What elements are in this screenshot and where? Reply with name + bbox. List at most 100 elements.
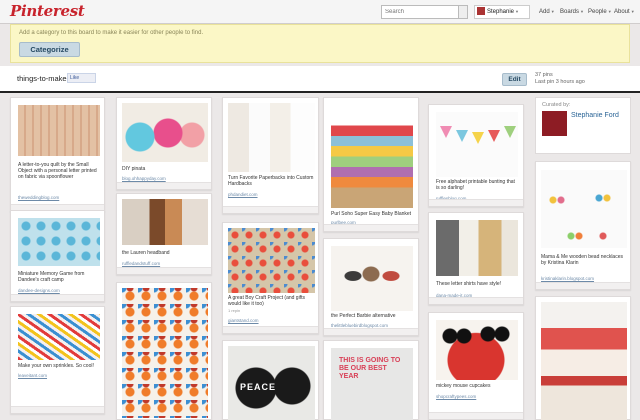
chevron-down-icon: ▼: [515, 9, 519, 14]
pin-description: These letter shirts have style!: [436, 281, 502, 287]
pin-description: Turn Favorite Paperbacks into Custom Har…: [228, 175, 314, 187]
pin-card[interactable]: Purl Soho Super Easy Baby Blanket purlbe…: [323, 97, 419, 232]
pin-source-link[interactable]: ruffledandstuff.com: [122, 261, 160, 266]
pin-card[interactable]: Turn Favorite Paperbacks into Custom Har…: [222, 97, 319, 214]
pin-repin-count: 1 repin: [228, 308, 241, 313]
pin-image[interactable]: [436, 220, 518, 276]
pin-description: Free alphabet printable bunting that is …: [436, 179, 515, 191]
pin-footer: [429, 297, 523, 304]
facebook-like-button[interactable]: Like: [67, 73, 96, 83]
pin-count: 37 pins: [535, 72, 553, 78]
pin-source-link[interactable]: leaveitant.com: [18, 373, 47, 378]
pinterest-logo[interactable]: Pinterest: [10, 2, 85, 20]
edit-board-button[interactable]: Edit: [502, 73, 527, 86]
nav-add[interactable]: Add▼: [539, 5, 555, 19]
best-year-graphic-text: THIS IS GOING TO BE OUR BEST YEAR: [339, 357, 401, 380]
pin-description: Purl Soho Super Easy Baby Blanket: [331, 211, 412, 217]
pin-footer: [324, 224, 418, 231]
user-name: Stephanie: [487, 9, 515, 15]
pin-card[interactable]: Mama & Me wooden bead necklaces by Krist…: [535, 161, 631, 290]
pin-card[interactable]: mickey mouse cupcakes shopcraftypees.com: [428, 312, 524, 420]
pin-card[interactable]: Make your own sprinkles. So cool! leavei…: [10, 306, 105, 414]
pin-card[interactable]: DIY pinata blog.ohhappyday.com: [116, 97, 212, 190]
pin-image[interactable]: [122, 103, 208, 162]
pin-source-link[interactable]: theweddingblog.com: [18, 195, 59, 200]
curator-name-link[interactable]: Stephanie Ford: [571, 112, 621, 120]
curated-by-label: Curated by:: [542, 102, 571, 108]
pin-footer: [11, 294, 104, 301]
chevron-down-icon: ▼: [580, 9, 584, 14]
pin-footer: [324, 328, 418, 335]
pin-description: Mama & Me wooden bead necklaces by Krist…: [541, 254, 623, 266]
pin-card[interactable]: These letter shirts have style! dana-mad…: [428, 212, 524, 305]
banner-text: Add a category to this board to make it …: [19, 30, 204, 36]
pin-card[interactable]: [116, 282, 212, 420]
category-banner: Add a category to this board to make it …: [10, 24, 630, 63]
pin-description: Make your own sprinkles. So cool!: [18, 363, 94, 369]
chevron-down-icon: ▼: [607, 9, 612, 14]
pin-image[interactable]: [228, 228, 315, 293]
pin-image[interactable]: [122, 199, 208, 245]
search-button[interactable]: [459, 5, 468, 19]
pin-image[interactable]: [331, 246, 413, 311]
pin-source-link[interactable]: giantstand.com: [228, 318, 259, 323]
pin-card[interactable]: PEACE: [222, 340, 319, 420]
pin-description: Miniature Memory Game from Dandee's craf…: [18, 271, 85, 283]
pin-description: the Perfect Barbie alternative: [331, 313, 396, 319]
board-meta: 37 pins Last pin 3 hours ago: [535, 72, 585, 86]
last-pin: Last pin 3 hours ago: [535, 79, 585, 85]
board-header: things-to-make Like Edit 37 pins Last pin…: [0, 66, 640, 93]
curator-card: Curated by: Stephanie Ford: [535, 97, 631, 154]
pin-image[interactable]: [122, 288, 208, 418]
pin-description: DIY pinata: [122, 166, 146, 172]
nav-boards[interactable]: Boards▼: [560, 5, 584, 19]
categorize-button[interactable]: Categorize: [19, 42, 80, 57]
user-avatar: [477, 7, 485, 16]
pin-card[interactable]: Miniature Memory Game from Dandee's craf…: [10, 210, 105, 302]
pin-card[interactable]: the Perfect Barbie alternative thelittle…: [323, 238, 419, 336]
pin-source-link[interactable]: shopcraftypees.com: [436, 394, 476, 399]
pin-image[interactable]: [436, 320, 518, 380]
nav-about[interactable]: About▼: [614, 5, 635, 19]
pin-image[interactable]: [541, 170, 627, 248]
search-input[interactable]: [381, 5, 459, 19]
chevron-down-icon: ▼: [630, 9, 635, 14]
pin-source-link[interactable]: dandee-designs.com: [18, 288, 60, 293]
pin-image[interactable]: [18, 105, 100, 156]
pin-card[interactable]: Free alphabet printable bunting that is …: [428, 104, 524, 207]
pin-image[interactable]: [541, 302, 627, 420]
pin-footer: [117, 182, 211, 189]
chevron-down-icon: ▼: [550, 9, 555, 14]
pin-description: the Lauren headband: [122, 250, 170, 256]
nav-people[interactable]: People▼: [588, 5, 612, 19]
peace-graphic-text: PEACE: [240, 382, 277, 392]
pin-description: mickey mouse cupcakes: [436, 383, 491, 389]
pin-footer: [429, 199, 523, 206]
pin-footer: [117, 267, 211, 274]
pin-image[interactable]: [436, 112, 518, 177]
pin-card[interactable]: [535, 296, 631, 420]
pin-image[interactable]: [228, 103, 315, 172]
pin-footer: [536, 282, 630, 289]
pin-source-link[interactable]: blog.ohhappyday.com: [122, 176, 166, 181]
pin-source-link[interactable]: kristinaklarin.blogspot.com: [541, 276, 594, 281]
pin-image[interactable]: PEACE: [228, 346, 315, 420]
pin-footer: [223, 326, 318, 333]
user-menu[interactable]: Stephanie▼: [474, 5, 530, 19]
pin-description: A letter-to-you quilt by the Small Objec…: [18, 162, 97, 180]
pin-card[interactable]: THIS IS GOING TO BE OUR BEST YEAR: [323, 340, 419, 420]
pin-image[interactable]: [18, 314, 100, 360]
pin-image[interactable]: [18, 218, 100, 266]
pin-card[interactable]: the Lauren headband ruffledandstuff.com: [116, 193, 212, 275]
board-title: things-to-make: [17, 74, 67, 83]
pin-card[interactable]: A letter-to-you quilt by the Small Objec…: [10, 97, 105, 212]
curator-avatar[interactable]: [542, 111, 567, 136]
pin-source-link[interactable]: phdandiet.com: [228, 192, 258, 197]
pin-footer: [223, 206, 318, 213]
pin-footer: [429, 412, 523, 419]
pin-image[interactable]: [331, 105, 413, 208]
pin-image[interactable]: THIS IS GOING TO BE OUR BEST YEAR: [331, 348, 413, 420]
pin-footer: [11, 406, 104, 413]
pin-card[interactable]: A great Boy Craft Project (and gifts wou…: [222, 222, 319, 334]
top-bar: Pinterest Stephanie▼ Add▼ Boards▼ People…: [0, 0, 640, 24]
